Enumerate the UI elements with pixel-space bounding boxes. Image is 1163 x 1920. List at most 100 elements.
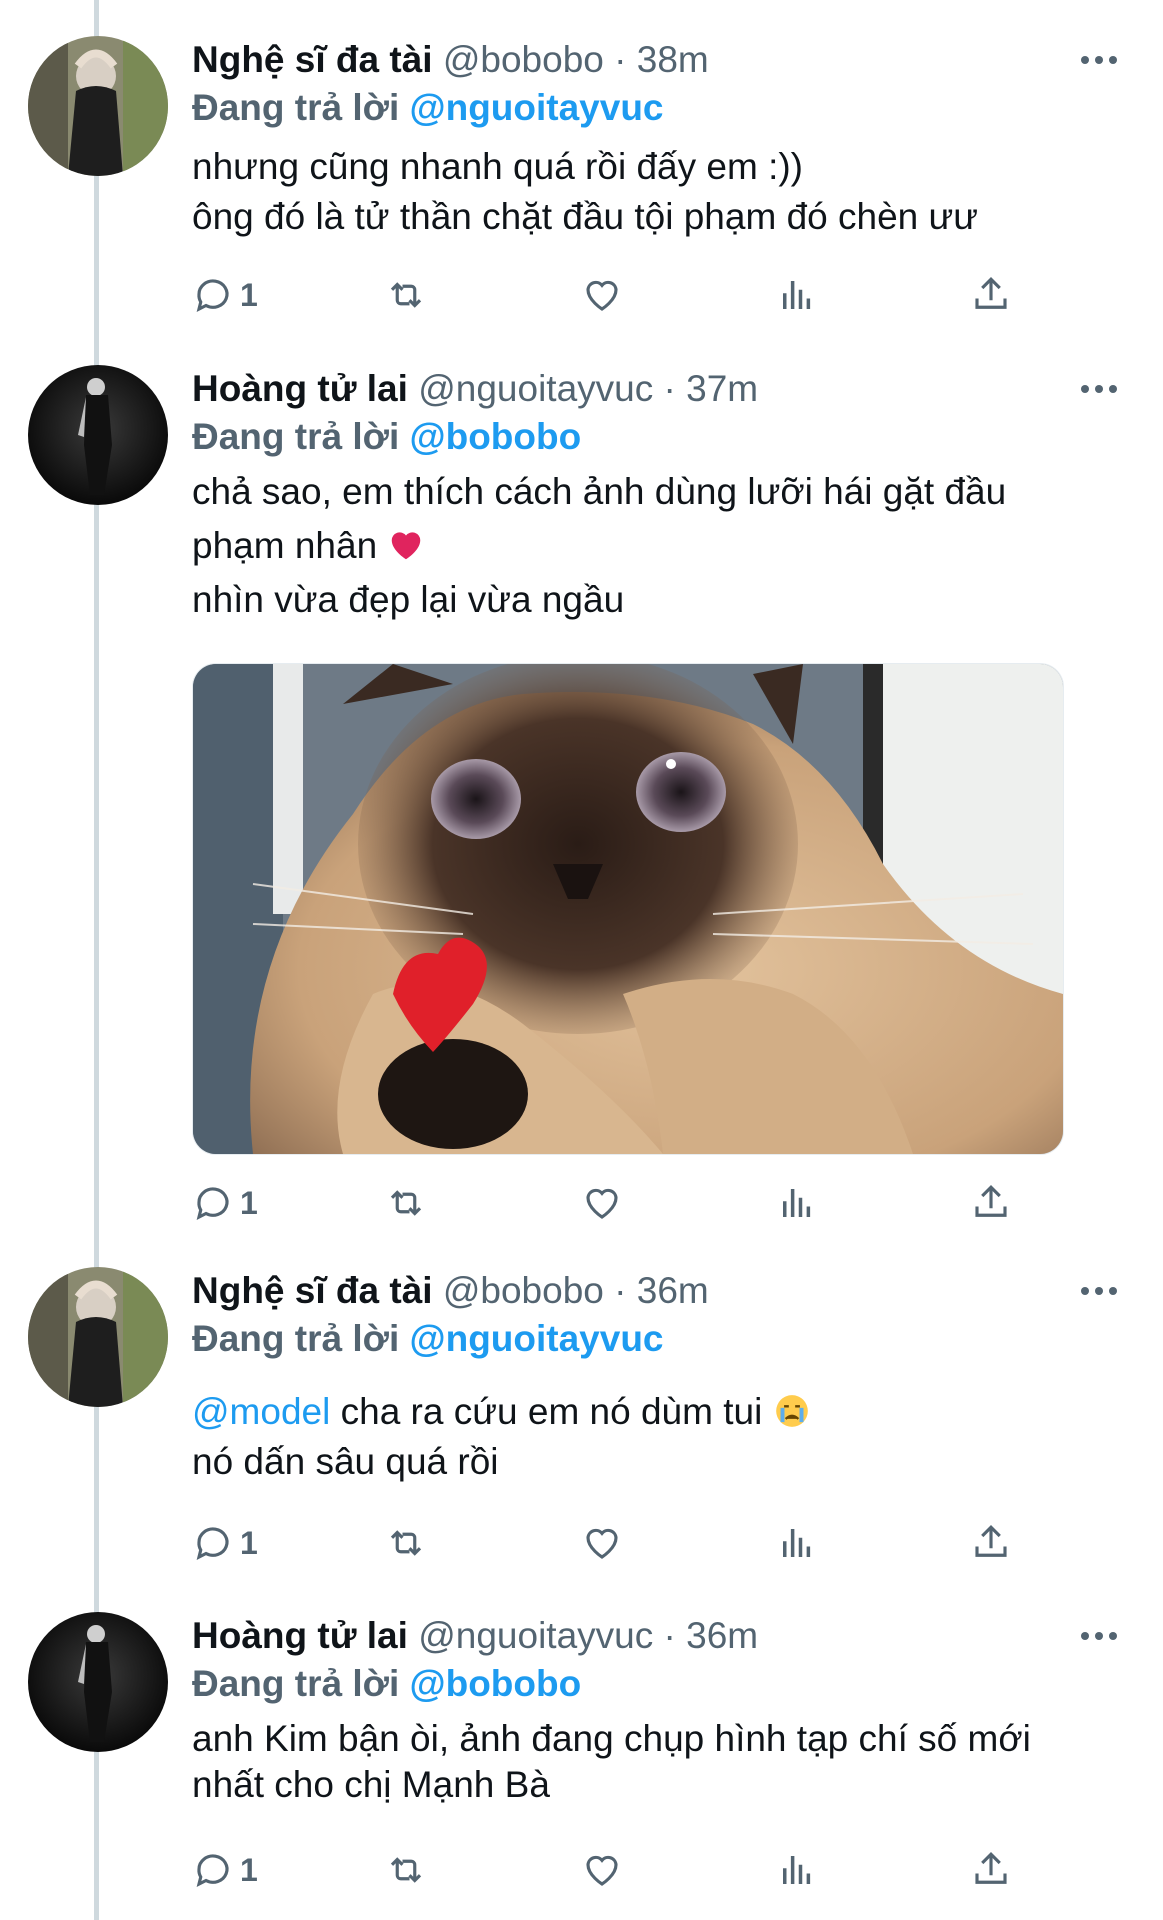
more-icon[interactable] [1081, 365, 1123, 413]
like-icon [586, 280, 618, 311]
more-icon[interactable] [1081, 36, 1123, 84]
avatar[interactable] [28, 1267, 168, 1407]
tweet-header: Hoàng tử lai @nguoitayvuc · 37m [192, 365, 1123, 413]
tweet-header: Hoàng tử lai @nguoitayvuc · 36m [192, 1612, 1123, 1660]
action-bar: 1 [192, 267, 1022, 323]
action-bar: 1 [192, 1515, 1022, 1571]
separator: · [663, 368, 676, 409]
reply-context: Đang trả lời @bobobo [192, 1660, 1123, 1708]
views-button[interactable] [776, 1175, 818, 1231]
share-button[interactable] [970, 1842, 1012, 1898]
retweet-icon [390, 1857, 422, 1883]
reply-icon [196, 1854, 229, 1887]
tweet[interactable]: Hoàng tử lai @nguoitayvuc · 37m Đang trả… [0, 365, 1163, 1245]
reply-prefix: Đang trả lời [192, 1663, 400, 1704]
tweet-header: Nghệ sĩ đa tài @bobobo · 38m [192, 36, 1123, 84]
tweet-line: nhưng cũng nhanh quá rồi đấy em :)) [192, 146, 803, 187]
reply-icon [196, 279, 229, 312]
tweet[interactable]: Hoàng tử lai @nguoitayvuc · 36m Đang trả… [0, 1612, 1163, 1912]
like-button[interactable] [581, 267, 623, 323]
separator: · [614, 39, 627, 80]
more-icon[interactable] [1081, 1267, 1123, 1315]
action-bar: 1 [192, 1175, 1022, 1231]
tweet-image[interactable] [192, 663, 1064, 1155]
reply-count: 1 [240, 1184, 258, 1221]
views-icon [783, 1856, 811, 1884]
share-button[interactable] [970, 1515, 1012, 1571]
action-bar: 1 [192, 1842, 1022, 1898]
share-icon [975, 1525, 1007, 1557]
reply-context: Đang trả lời @nguoitayvuc [192, 1315, 1123, 1363]
reply-count: 1 [240, 276, 258, 313]
user-handle[interactable]: @nguoitayvuc [418, 1615, 653, 1656]
tweet-header: Nghệ sĩ đa tài @bobobo · 36m [192, 1267, 1123, 1315]
separator: · [614, 1270, 627, 1311]
tweet[interactable]: Nghệ sĩ đa tài @bobobo · 36m Đang trả lờ… [0, 1267, 1163, 1567]
share-button[interactable] [970, 1175, 1012, 1231]
views-button[interactable] [776, 1515, 818, 1571]
timestamp[interactable]: 37m [686, 368, 758, 409]
reply-icon [196, 1527, 229, 1560]
retweet-button[interactable] [385, 1842, 427, 1898]
display-name[interactable]: Nghệ sĩ đa tài [192, 39, 433, 80]
timestamp[interactable]: 36m [637, 1270, 709, 1311]
views-button[interactable] [776, 267, 818, 323]
timestamp[interactable]: 36m [686, 1615, 758, 1656]
like-icon [586, 1188, 618, 1219]
retweet-icon [390, 282, 422, 308]
avatar[interactable] [28, 36, 168, 176]
retweet-button[interactable] [385, 1175, 427, 1231]
reply-prefix: Đang trả lời [192, 416, 400, 457]
like-button[interactable] [581, 1842, 623, 1898]
tweet-line: ông đó là tử thần chặt đầu tội phạm đó c… [192, 196, 979, 237]
display-name[interactable]: Hoàng tử lai [192, 368, 408, 409]
retweet-button[interactable] [385, 1515, 427, 1571]
reply-button[interactable]: 1 [192, 1842, 258, 1898]
reply-to-handle[interactable]: @bobobo [410, 1663, 582, 1704]
mention-link[interactable]: @model [192, 1391, 330, 1432]
like-button[interactable] [581, 1515, 623, 1571]
crying-emoji [775, 1395, 808, 1427]
reply-button[interactable]: 1 [192, 1515, 258, 1571]
share-icon [975, 1185, 1007, 1217]
heart-emoji [392, 532, 421, 560]
reply-button[interactable]: 1 [192, 1175, 258, 1231]
tweet-line: nhất cho chị Mạnh Bà [192, 1764, 550, 1805]
more-icon[interactable] [1081, 1612, 1123, 1660]
share-icon [975, 277, 1007, 309]
display-name[interactable]: Hoàng tử lai [192, 1615, 408, 1656]
tweet-text: chả sao, em thích cách ảnh dùng lưỡi hái… [192, 465, 1123, 627]
reply-to-handle[interactable]: @bobobo [410, 416, 582, 457]
retweet-icon [390, 1530, 422, 1556]
reply-button[interactable]: 1 [192, 267, 258, 323]
reply-to-handle[interactable]: @nguoitayvuc [410, 87, 664, 128]
views-icon [783, 1189, 811, 1217]
reply-icon [196, 1187, 229, 1220]
tweet[interactable]: Nghệ sĩ đa tài @bobobo · 38m Đang trả lờ… [0, 36, 1163, 336]
like-button[interactable] [581, 1175, 623, 1231]
user-handle[interactable]: @bobobo [443, 39, 604, 80]
share-button[interactable] [970, 267, 1012, 323]
tweet-line: @model cha ra cứu em nó dùm tui [192, 1387, 1123, 1437]
reply-count: 1 [240, 1524, 258, 1561]
reply-context: Đang trả lời @nguoitayvuc [192, 84, 1123, 132]
reply-prefix: Đang trả lời [192, 87, 400, 128]
user-handle[interactable]: @nguoitayvuc [418, 368, 653, 409]
retweet-icon [390, 1190, 422, 1216]
reply-context: Đang trả lời @bobobo [192, 413, 1123, 461]
timestamp[interactable]: 38m [637, 39, 709, 80]
views-icon [783, 281, 811, 309]
avatar[interactable] [28, 1612, 168, 1752]
display-name[interactable]: Nghệ sĩ đa tài [192, 1270, 433, 1311]
tweet-line: nó dấn sâu quá rồi [192, 1441, 499, 1482]
reply-prefix: Đang trả lời [192, 1318, 400, 1359]
views-button[interactable] [776, 1842, 818, 1898]
user-handle[interactable]: @bobobo [443, 1270, 604, 1311]
tweet-line: phạm nhân [192, 519, 1123, 573]
avatar[interactable] [28, 365, 168, 505]
retweet-button[interactable] [385, 267, 427, 323]
tweet-text: @model cha ra cứu em nó dùm tui nó dấn s… [192, 1387, 1123, 1487]
share-icon [975, 1852, 1007, 1884]
reply-count: 1 [240, 1851, 258, 1888]
reply-to-handle[interactable]: @nguoitayvuc [410, 1318, 664, 1359]
